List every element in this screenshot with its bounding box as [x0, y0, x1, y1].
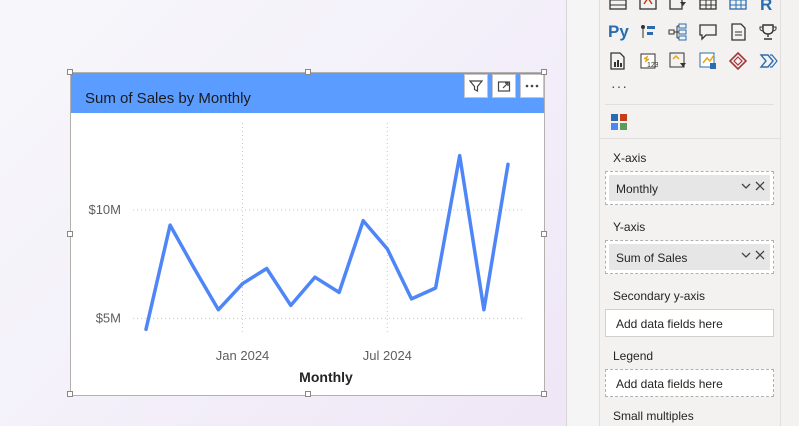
section-divider: [600, 138, 781, 139]
key-influencers-icon[interactable]: [638, 22, 658, 42]
visualizations-pane: R Py 123 ··· X-axis Monthly Y-axis Sum o…: [599, 0, 781, 426]
chevron-down-icon[interactable]: [740, 249, 752, 261]
table-icon[interactable]: [698, 0, 718, 12]
x-axis-label: X-axis: [613, 151, 647, 165]
x-tick-label: Jul 2024: [363, 348, 412, 363]
y-axis-label: Y-axis: [613, 220, 646, 234]
report-canvas: Sum of Sales by Monthly $5M $10M Jan 2024 J…: [0, 0, 566, 426]
resize-handle[interactable]: [67, 69, 73, 75]
table-icon[interactable]: [608, 0, 628, 12]
secondary-y-axis-label: Secondary y-axis: [613, 289, 706, 303]
legend-label: Legend: [613, 349, 654, 363]
y-tick-label: $10M: [88, 202, 121, 217]
secondary-y-axis-well[interactable]: Add data fields here: [605, 309, 774, 337]
chevron-down-icon[interactable]: [740, 180, 752, 192]
smart-narrative-icon[interactable]: 123: [638, 51, 658, 71]
y-axis-well[interactable]: Sum of Sales: [605, 240, 774, 274]
y-tick-label: $5M: [96, 310, 121, 325]
svg-text:123: 123: [647, 62, 658, 69]
close-icon[interactable]: [754, 180, 766, 192]
power-apps-diamond-icon[interactable]: [728, 51, 748, 71]
y-axis-field-pill[interactable]: Sum of Sales: [609, 244, 770, 270]
matrix-icon[interactable]: [728, 0, 748, 12]
x-tick-label: Jan 2024: [216, 348, 269, 363]
format-icon[interactable]: [610, 113, 628, 131]
paginated-report-icon[interactable]: [728, 22, 748, 42]
section-divider: [605, 104, 774, 105]
secondary-y-axis-placeholder: Add data fields here: [616, 317, 723, 331]
close-icon[interactable]: [754, 249, 766, 261]
resize-handle[interactable]: [67, 231, 73, 237]
y-axis-field-name: Sum of Sales: [616, 251, 688, 265]
resize-handle[interactable]: [305, 69, 311, 75]
resize-handle[interactable]: [541, 69, 547, 75]
power-automate-chevron-icon[interactable]: [758, 51, 778, 71]
python-visual-icon[interactable]: Py: [608, 22, 629, 42]
legend-well[interactable]: Add data fields here: [605, 369, 774, 397]
pane-scroll-edge[interactable]: [780, 0, 799, 426]
small-multiples-label: Small multiples: [613, 409, 694, 423]
x-axis-field-pill[interactable]: Monthly: [609, 175, 770, 201]
resize-handle[interactable]: [541, 231, 547, 237]
sales-line: [144, 153, 510, 332]
qa-icon[interactable]: [698, 22, 718, 42]
power-apps-icon[interactable]: [668, 51, 688, 71]
power-automate-icon[interactable]: [698, 51, 718, 71]
pane-gutter: [567, 0, 599, 426]
x-axis-title: Monthly: [299, 369, 353, 385]
r-visual-icon[interactable]: R: [760, 0, 772, 15]
x-axis-field-name: Monthly: [616, 182, 659, 196]
more-visuals-button[interactable]: ···: [611, 78, 628, 94]
resize-handle[interactable]: [541, 391, 547, 397]
resize-handle[interactable]: [305, 391, 311, 397]
resize-handle[interactable]: [67, 391, 73, 397]
line-chart: $5M $10M Jan 2024 Jul 2024 Monthly: [88, 123, 523, 385]
paginated-chart-icon[interactable]: [608, 51, 628, 71]
legend-placeholder: Add data fields here: [616, 377, 723, 391]
goals-trophy-icon[interactable]: [758, 22, 778, 42]
kpi-icon[interactable]: [638, 0, 658, 12]
slicer-icon[interactable]: [668, 0, 688, 12]
line-chart-visual[interactable]: Sum of Sales by Monthly $5M $10M Jan 2024 J…: [67, 69, 547, 397]
x-axis-well[interactable]: Monthly: [605, 171, 774, 205]
decomposition-tree-icon[interactable]: [668, 22, 688, 42]
